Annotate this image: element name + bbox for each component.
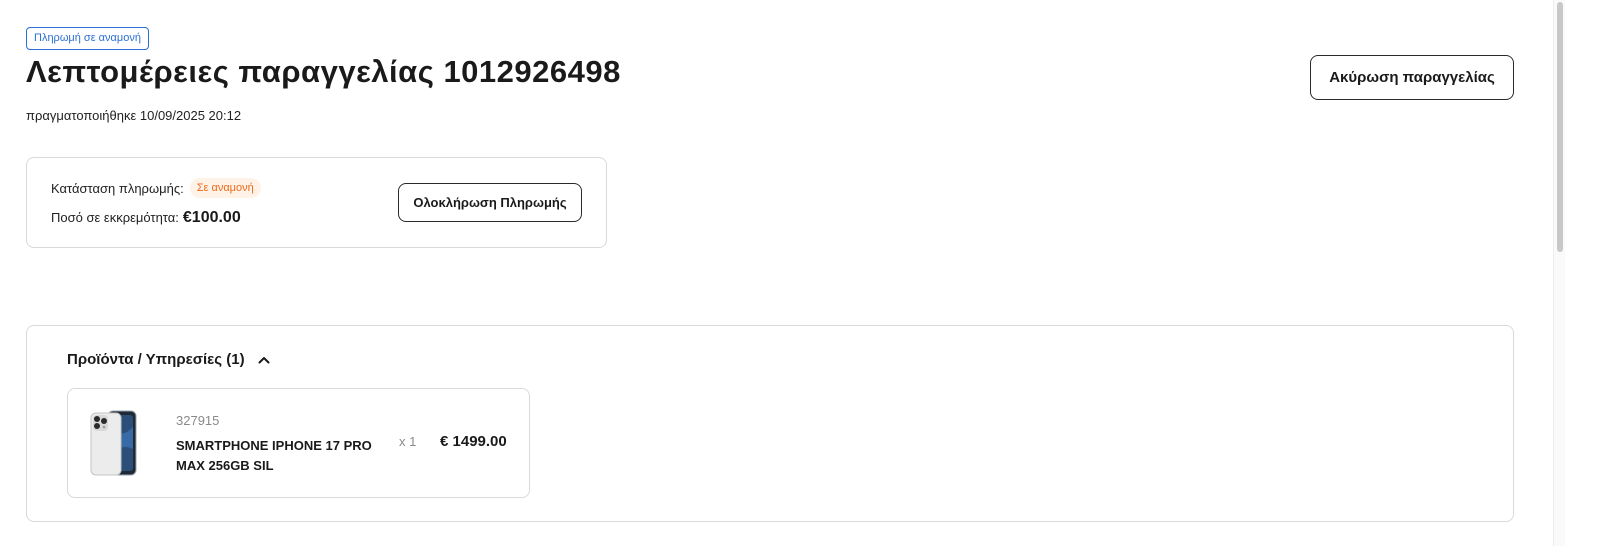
payment-status-label: Κατάσταση πληρωμής:	[51, 180, 184, 196]
scrollbar-thumb[interactable]	[1557, 2, 1563, 252]
product-code: 327915	[176, 413, 220, 428]
chevron-up-icon	[257, 353, 271, 367]
cancel-order-button[interactable]: Ακύρωση παραγγελίας	[1310, 55, 1514, 100]
order-details-page: Πληρωμή σε αναμονή Λεπτομέρειες παραγγελ…	[0, 0, 1600, 546]
payment-status-badge: Σε αναμονή	[189, 178, 261, 198]
complete-payment-button[interactable]: Ολοκλήρωση Πληρωμής	[398, 183, 582, 222]
order-placed-date: πραγματοποιήθηκε 10/09/2025 20:12	[26, 108, 242, 123]
product-quantity: x 1	[399, 434, 417, 449]
pending-amount-row: Ποσό σε εκκρεμότητα: €100.00	[51, 209, 241, 227]
product-name: SMARTPHONE IPHONE 17 PRO MAX 256GB SIL	[176, 438, 372, 473]
page-title: Λεπτομέρειες παραγγελίας 1012926498	[26, 54, 621, 89]
page-scrollbar[interactable]	[1553, 0, 1565, 546]
product-item: 327915 SMARTPHONE IPHONE 17 PRO MAX 256G…	[67, 388, 530, 498]
pending-amount-label: Ποσό σε εκκρεμότητα:	[51, 210, 179, 225]
smartphone-image	[88, 409, 140, 477]
products-section-title: Προϊόντα / Υπηρεσίες (1)	[67, 351, 245, 368]
payment-status-row: Κατάσταση πληρωμής: Σε αναμονή	[51, 178, 261, 198]
product-price: € 1499.00	[440, 433, 507, 450]
pending-amount-value: €100.00	[182, 209, 241, 226]
order-status-tag: Πληρωμή σε αναμονή	[26, 27, 149, 50]
products-section: Προϊόντα / Υπηρεσίες (1) 327915 SMARTPHO…	[26, 325, 1514, 522]
products-section-toggle[interactable]: Προϊόντα / Υπηρεσίες (1)	[67, 351, 271, 368]
payment-status-card: Κατάσταση πληρωμής: Σε αναμονή Ποσό σε ε…	[26, 157, 607, 248]
